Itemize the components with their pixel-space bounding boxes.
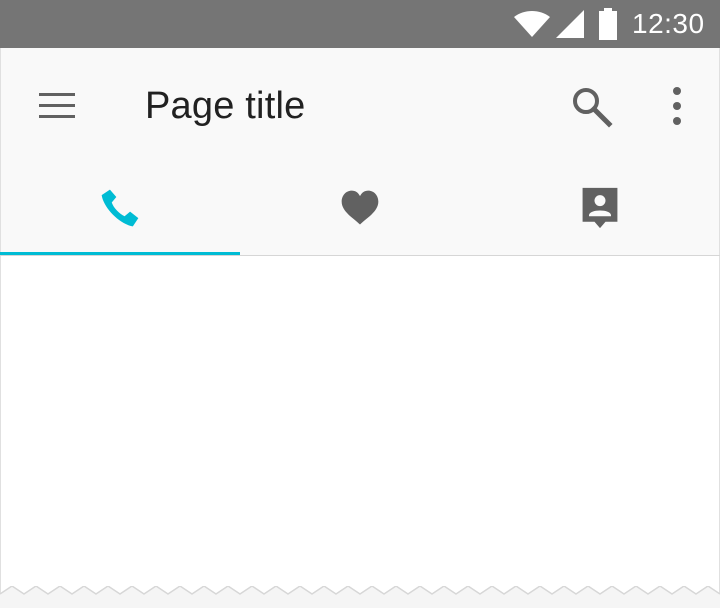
tab-favorites[interactable] <box>240 160 480 256</box>
status-bar: 12:30 <box>0 0 720 48</box>
more-vert-icon[interactable] <box>665 86 689 126</box>
signal-icon <box>556 10 584 38</box>
torn-edge-decoration <box>0 586 720 608</box>
menu-icon[interactable] <box>37 90 77 122</box>
search-icon[interactable] <box>571 86 613 128</box>
tab-contacts[interactable] <box>480 160 720 256</box>
page-title: Page title <box>145 85 306 127</box>
content-area <box>0 256 720 608</box>
tab-bar <box>0 160 720 256</box>
wifi-icon <box>514 11 550 37</box>
phone-icon <box>101 189 139 227</box>
heart-icon <box>341 190 379 225</box>
status-time: 12:30 <box>632 8 705 39</box>
tab-phone[interactable] <box>0 160 240 256</box>
contact-card-icon <box>582 187 618 229</box>
battery-icon <box>599 8 617 40</box>
